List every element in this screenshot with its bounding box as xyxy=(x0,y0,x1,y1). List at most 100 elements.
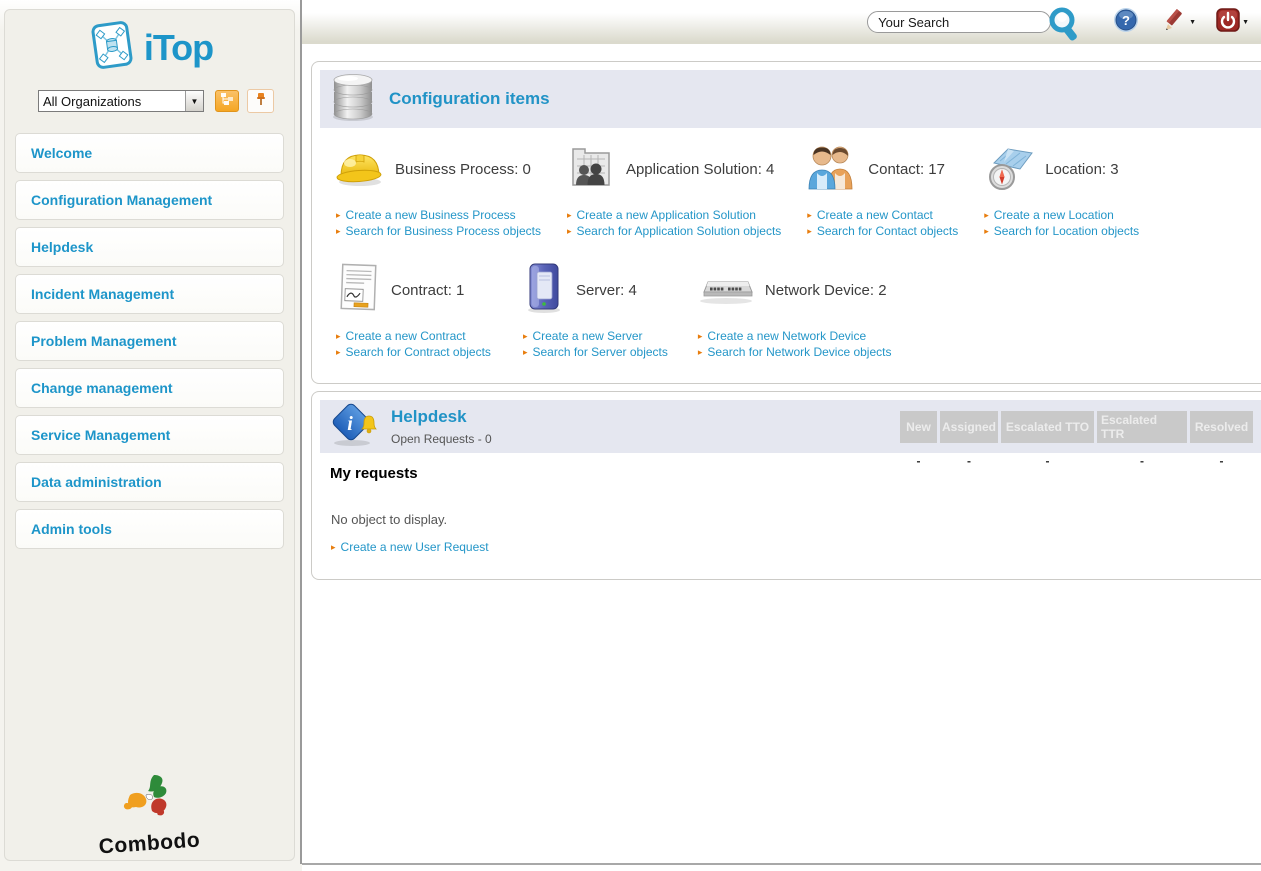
sidebar-panel: iTop All Organizations ▼ xyxy=(4,9,295,861)
sidebar-item-problem-management[interactable]: Problem Management xyxy=(15,321,284,361)
organization-select[interactable]: All Organizations ▼ xyxy=(38,90,204,112)
sidebar-item-change-management[interactable]: Change management xyxy=(15,368,284,408)
arrow-bullet-icon: ▸ xyxy=(807,211,812,220)
sidebar-item-service-management[interactable]: Service Management xyxy=(15,415,284,455)
location-icon xyxy=(984,143,1034,196)
search-application-solution-link[interactable]: ▸Search for Application Solution objects xyxy=(567,224,781,238)
main-area: ? ▼ xyxy=(302,0,1261,871)
sidebar-item-helpdesk[interactable]: Helpdesk xyxy=(15,227,284,267)
sidebar-item-admin-tools[interactable]: Admin tools xyxy=(15,509,284,549)
arrow-bullet-icon: ▸ xyxy=(567,211,572,220)
search-location-link[interactable]: ▸Search for Location objects xyxy=(984,224,1139,238)
helpdesk-panel: i Helpdesk Open Requests - 0 New Assigne… xyxy=(311,391,1261,580)
pin-menu-button[interactable] xyxy=(247,89,274,113)
sidebar-item-configuration-management[interactable]: Configuration Management xyxy=(15,180,284,220)
pencil-icon xyxy=(1163,8,1187,37)
search-server-link[interactable]: ▸Search for Server objects xyxy=(523,345,668,359)
configuration-items-header: Configuration items xyxy=(320,70,1261,128)
item-count-label: Contract: 1 xyxy=(391,282,464,299)
hardhat-icon xyxy=(336,146,384,193)
global-search xyxy=(867,11,1051,33)
column-header-escalated-tto: Escalated TTO xyxy=(1001,411,1094,443)
arrow-bullet-icon: ▸ xyxy=(807,227,812,236)
help-icon: ? xyxy=(1113,7,1139,38)
search-icon[interactable] xyxy=(1047,7,1081,48)
create-contact-link[interactable]: ▸Create a new Contact xyxy=(807,208,958,222)
brand-name: iTop xyxy=(144,27,213,69)
search-contact-link[interactable]: ▸Search for Contact objects xyxy=(807,224,958,238)
arrow-bullet-icon: ▸ xyxy=(523,348,528,357)
item-count-label: Network Device: 2 xyxy=(765,282,887,299)
configuration-items-panel: Configuration items xyxy=(311,61,1261,384)
sidebar: iTop All Organizations ▼ xyxy=(0,0,302,871)
search-network-device-link[interactable]: ▸Search for Network Device objects xyxy=(698,345,892,359)
create-network-device-link[interactable]: ▸Create a new Network Device xyxy=(698,329,892,343)
arrow-bullet-icon: ▸ xyxy=(698,348,703,357)
sidebar-item-data-administration[interactable]: Data administration xyxy=(15,462,284,502)
search-input[interactable] xyxy=(867,11,1051,33)
value-escalated-tto: - xyxy=(1001,454,1094,468)
arrow-bullet-icon: ▸ xyxy=(331,543,336,552)
organization-select-value: All Organizations xyxy=(39,91,185,111)
create-location-link[interactable]: ▸Create a new Location xyxy=(984,208,1139,222)
helpdesk-info-icon: i xyxy=(330,401,378,452)
value-resolved: - xyxy=(1190,454,1253,468)
hierarchy-button[interactable] xyxy=(215,90,239,112)
combodo-footer: Combodo xyxy=(5,773,294,856)
arrow-bullet-icon: ▸ xyxy=(567,227,572,236)
database-icon xyxy=(330,72,376,127)
itop-app: iTop All Organizations ▼ xyxy=(0,0,1261,871)
request-status-columns: New Assigned Escalated TTO Escalated TTR… xyxy=(900,411,1253,443)
svg-text:i: i xyxy=(347,413,353,435)
network-device-icon xyxy=(698,270,754,311)
arrow-bullet-icon: ▸ xyxy=(336,332,341,341)
arrow-bullet-icon: ▸ xyxy=(523,332,528,341)
help-button[interactable]: ? xyxy=(1113,7,1139,38)
config-item-contact: Contact: 17 ▸Create a new Contact ▸Searc… xyxy=(807,143,958,240)
search-business-process-link[interactable]: ▸Search for Business Process objects xyxy=(336,224,541,238)
power-icon xyxy=(1216,8,1240,37)
item-count-label: Application Solution: 4 xyxy=(626,161,774,178)
application-solution-icon xyxy=(567,143,615,196)
request-status-values: - - - - - xyxy=(900,454,1253,468)
itop-logo-icon xyxy=(86,18,136,77)
search-contract-link[interactable]: ▸Search for Contract objects xyxy=(336,345,491,359)
arrow-bullet-icon: ▸ xyxy=(984,227,989,236)
column-header-new: New xyxy=(900,411,937,443)
create-business-process-link[interactable]: ▸Create a new Business Process xyxy=(336,208,541,222)
create-server-link[interactable]: ▸Create a new Server xyxy=(523,329,668,343)
contacts-icon xyxy=(807,143,857,196)
sidebar-menu: Welcome Configuration Management Helpdes… xyxy=(14,133,285,549)
arrow-bullet-icon: ▸ xyxy=(336,211,341,220)
value-new: - xyxy=(900,454,937,468)
window-bottom-border xyxy=(302,863,1261,871)
value-assigned: - xyxy=(940,454,998,468)
config-item-server: Server: 4 ▸Create a new Server ▸Search f… xyxy=(523,264,668,361)
select-dropdown-arrow-icon[interactable]: ▼ xyxy=(185,91,203,111)
dashboard-content: Configuration items xyxy=(302,44,1261,580)
config-item-contract: Contract: 1 ▸Create a new Contract ▸Sear… xyxy=(336,264,491,361)
organization-row: All Organizations ▼ xyxy=(38,89,279,113)
config-item-business-process: Business Process: 0 ▸Create a new Busine… xyxy=(336,143,541,240)
sidebar-item-incident-management[interactable]: Incident Management xyxy=(15,274,284,314)
panel-title: Helpdesk xyxy=(391,407,492,427)
edit-menu-button[interactable]: ▼ xyxy=(1163,8,1196,37)
create-user-request-link[interactable]: ▸ Create a new User Request xyxy=(331,540,1261,554)
config-item-location: Location: 3 ▸Create a new Location ▸Sear… xyxy=(984,143,1139,240)
item-count-label: Server: 4 xyxy=(576,282,637,299)
arrow-bullet-icon: ▸ xyxy=(698,332,703,341)
panel-title: Configuration items xyxy=(389,89,550,109)
create-application-solution-link[interactable]: ▸Create a new Application Solution xyxy=(567,208,781,222)
logoff-menu-button[interactable]: ▼ xyxy=(1216,8,1249,37)
svg-text:?: ? xyxy=(1122,13,1130,28)
arrow-bullet-icon: ▸ xyxy=(336,348,341,357)
server-icon xyxy=(523,262,565,319)
config-items-row-1: Business Process: 0 ▸Create a new Busine… xyxy=(320,128,1261,240)
item-count-label: Contact: 17 xyxy=(868,161,945,178)
contract-icon xyxy=(336,262,380,319)
create-contract-link[interactable]: ▸Create a new Contract xyxy=(336,329,491,343)
sidebar-item-welcome[interactable]: Welcome xyxy=(15,133,284,173)
column-header-assigned: Assigned xyxy=(940,411,998,443)
chevron-down-icon: ▼ xyxy=(1242,19,1249,26)
topbar: ? ▼ xyxy=(302,0,1261,44)
